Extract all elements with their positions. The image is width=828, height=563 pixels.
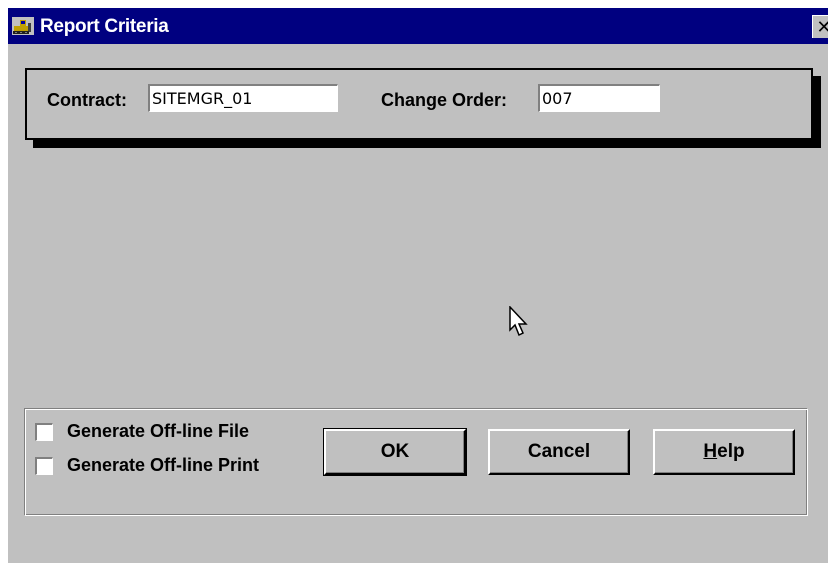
change-order-label: Change Order:: [381, 90, 508, 110]
ok-button[interactable]: OK: [323, 428, 467, 476]
close-icon: ✕: [816, 17, 828, 37]
help-button-label: Help: [703, 441, 744, 463]
contract-input[interactable]: [148, 84, 338, 112]
contract-label: Contract:: [47, 90, 127, 110]
offline-file-checkbox[interactable]: [35, 423, 53, 441]
ok-button-label: OK: [380, 441, 410, 462]
title-bar[interactable]: Report Criteria ✕: [8, 8, 828, 44]
help-button[interactable]: Help: [653, 429, 795, 475]
help-label-rest: elp: [717, 441, 745, 462]
offline-print-label: Generate Off-line Print: [67, 455, 260, 475]
close-button[interactable]: ✕: [812, 15, 828, 38]
change-order-input[interactable]: [538, 84, 660, 112]
window-title: Report Criteria: [40, 16, 169, 37]
offline-file-label: Generate Off-line File: [67, 421, 250, 441]
report-criteria-dialog: Report Criteria ✕ Contract: Change Order…: [8, 8, 828, 563]
offline-print-checkbox[interactable]: [35, 457, 53, 475]
options-panel: Generate Off-line File Generate Off-line…: [24, 408, 808, 516]
mouse-pointer-icon: [509, 306, 528, 337]
cancel-button-label: Cancel: [527, 441, 591, 462]
help-mnemonic: H: [703, 441, 718, 462]
bulldozer-icon: [12, 17, 34, 35]
cancel-button[interactable]: Cancel: [488, 429, 630, 475]
criteria-panel: Contract: Change Order:: [25, 68, 813, 140]
